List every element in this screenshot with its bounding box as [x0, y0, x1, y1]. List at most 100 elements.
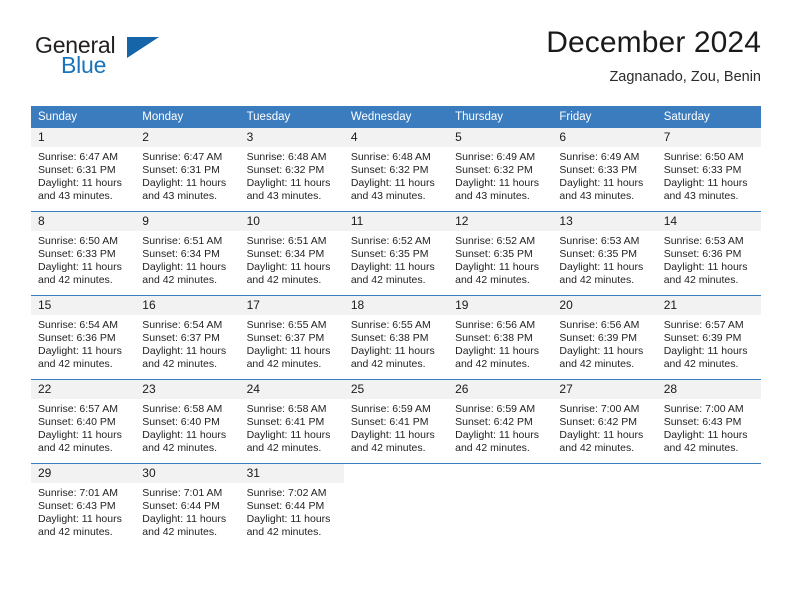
day-number: 3 — [239, 128, 344, 147]
calendar-day-cell[interactable]: 1 Sunrise: 6:47 AM Sunset: 6:31 PM Daylight… — [31, 128, 136, 212]
calendar-day-cell[interactable]: 5 Sunrise: 6:49 AM Sunset: 6:32 PM Daylight… — [448, 128, 553, 212]
sunrise-text: Sunrise: 6:51 AM — [142, 235, 223, 247]
sunrise-text: Sunrise: 6:52 AM — [455, 235, 536, 247]
sunrise-text: Sunrise: 6:56 AM — [455, 319, 536, 331]
sunset-text: Sunset: 6:42 PM — [455, 416, 533, 429]
sunset-text: Sunset: 6:31 PM — [38, 164, 116, 177]
calendar-day-cell[interactable]: 26 Sunrise: 6:59 AM Sunset: 6:42 PM Dayligh… — [448, 379, 553, 464]
sunrise-text: Sunrise: 6:56 AM — [559, 319, 640, 331]
day-number: 1 — [31, 128, 136, 147]
page-header: General Blue December 2024 Zagnanado, Zo… — [31, 26, 761, 98]
calendar-day-cell[interactable]: 22 Sunrise: 6:57 AM Sunset: 6:40 PM Dayligh… — [31, 379, 136, 464]
calendar-day-cell[interactable]: 7 Sunrise: 6:50 AM Sunset: 6:33 PM Daylight… — [656, 128, 761, 212]
day-details — [552, 483, 656, 487]
sunrise-text: Sunrise: 6:58 AM — [142, 403, 223, 415]
calendar-day-cell[interactable]: 31 Sunrise: 7:02 AM Sunset: 6:44 PM Dayligh… — [239, 463, 344, 547]
day-details: Sunrise: 6:57 AM Sunset: 6:39 PM Daylight:… — [657, 315, 761, 371]
calendar-day-cell[interactable]: 2 Sunrise: 6:47 AM Sunset: 6:31 PM Daylight… — [135, 128, 240, 212]
weekday-header-thursday: Thursday — [448, 106, 553, 128]
calendar-day-cell[interactable]: 30 Sunrise: 7:01 AM Sunset: 6:44 PM Dayligh… — [135, 463, 240, 547]
calendar-day-cell[interactable]: 28 Sunrise: 7:00 AM Sunset: 6:43 PM Dayligh… — [656, 379, 761, 464]
day-number: 9 — [135, 212, 240, 231]
daylight-text: Daylight: 11 hours and 42 minutes. — [246, 345, 331, 371]
sunset-text: Sunset: 6:39 PM — [663, 332, 742, 345]
calendar-day-cell[interactable]: 15 Sunrise: 6:54 AM Sunset: 6:36 PM Dayligh… — [31, 295, 136, 380]
calendar-day-cell[interactable]: 20 Sunrise: 6:56 AM Sunset: 6:39 PM Dayligh… — [552, 295, 657, 380]
daylight-text: Daylight: 11 hours and 43 minutes. — [663, 177, 748, 203]
calendar-day-cell[interactable]: 23 Sunrise: 6:58 AM Sunset: 6:40 PM Dayligh… — [135, 379, 240, 464]
day-number: 5 — [448, 128, 553, 147]
sunrise-text: Sunrise: 6:55 AM — [350, 319, 431, 331]
daylight-text: Daylight: 11 hours and 42 minutes. — [246, 261, 331, 287]
day-number: 10 — [239, 212, 344, 231]
sunset-text: Sunset: 6:44 PM — [142, 500, 220, 513]
calendar-day-cell[interactable]: 9 Sunrise: 6:51 AM Sunset: 6:34 PM Daylight… — [135, 211, 240, 296]
daylight-text: Daylight: 11 hours and 42 minutes. — [663, 429, 748, 455]
day-details: Sunrise: 6:52 AM Sunset: 6:35 PM Daylight:… — [448, 231, 552, 287]
daylight-text: Daylight: 11 hours and 43 minutes. — [38, 177, 122, 203]
day-details: Sunrise: 6:50 AM Sunset: 6:33 PM Daylight:… — [31, 231, 135, 287]
calendar-day-cell[interactable]: 4 Sunrise: 6:48 AM Sunset: 6:32 PM Daylight… — [343, 128, 449, 212]
sunset-text: Sunset: 6:36 PM — [663, 248, 742, 261]
day-number: 6 — [552, 128, 657, 147]
day-details: Sunrise: 6:51 AM Sunset: 6:34 PM Daylight:… — [240, 231, 344, 287]
day-details: Sunrise: 6:58 AM Sunset: 6:41 PM Daylight:… — [240, 399, 344, 455]
calendar-day-cell[interactable]: 6 Sunrise: 6:49 AM Sunset: 6:33 PM Daylight… — [552, 128, 657, 212]
day-details: Sunrise: 6:54 AM Sunset: 6:37 PM Daylight:… — [135, 315, 239, 371]
calendar-day-cell[interactable]: 19 Sunrise: 6:56 AM Sunset: 6:38 PM Dayligh… — [448, 295, 553, 380]
weekday-header-tuesday: Tuesday — [239, 106, 344, 128]
daylight-text: Daylight: 11 hours and 42 minutes. — [38, 429, 122, 455]
sunset-text: Sunset: 6:38 PM — [350, 332, 429, 345]
daylight-text: Daylight: 11 hours and 43 minutes. — [350, 177, 435, 203]
day-details: Sunrise: 6:47 AM Sunset: 6:31 PM Daylight:… — [135, 147, 239, 203]
daylight-text: Daylight: 11 hours and 42 minutes. — [663, 261, 748, 287]
sunrise-text: Sunrise: 6:57 AM — [38, 403, 118, 415]
calendar-day-cell[interactable]: 18 Sunrise: 6:55 AM Sunset: 6:38 PM Dayligh… — [343, 295, 449, 380]
day-number: 18 — [343, 296, 449, 315]
calendar-day-cell-empty — [448, 463, 553, 547]
day-number: 11 — [343, 212, 449, 231]
sunrise-text: Sunrise: 7:01 AM — [38, 487, 118, 499]
calendar-day-cell[interactable]: 16 Sunrise: 6:54 AM Sunset: 6:37 PM Dayligh… — [135, 295, 240, 380]
calendar-day-cell[interactable]: 25 Sunrise: 6:59 AM Sunset: 6:41 PM Dayligh… — [343, 379, 449, 464]
day-number: 8 — [31, 212, 136, 231]
calendar-day-cell[interactable]: 12 Sunrise: 6:52 AM Sunset: 6:35 PM Dayligh… — [448, 211, 553, 296]
sunset-text: Sunset: 6:43 PM — [38, 500, 116, 513]
calendar-day-cell[interactable]: 10 Sunrise: 6:51 AM Sunset: 6:34 PM Dayligh… — [239, 211, 344, 296]
day-details: Sunrise: 6:47 AM Sunset: 6:31 PM Daylight:… — [31, 147, 135, 203]
calendar-day-cell[interactable]: 21 Sunrise: 6:57 AM Sunset: 6:39 PM Dayligh… — [656, 295, 761, 380]
calendar-day-cell[interactable]: 11 Sunrise: 6:52 AM Sunset: 6:35 PM Dayligh… — [343, 211, 449, 296]
calendar-day-cell[interactable]: 3 Sunrise: 6:48 AM Sunset: 6:32 PM Daylight… — [239, 128, 344, 212]
sunset-text: Sunset: 6:33 PM — [663, 164, 742, 177]
calendar-day-cell[interactable]: 17 Sunrise: 6:55 AM Sunset: 6:37 PM Dayligh… — [239, 295, 344, 380]
calendar-day-cell[interactable]: 14 Sunrise: 6:53 AM Sunset: 6:36 PM Dayligh… — [656, 211, 761, 296]
daylight-text: Daylight: 11 hours and 43 minutes. — [142, 177, 227, 203]
day-details: Sunrise: 6:59 AM Sunset: 6:42 PM Daylight:… — [448, 399, 552, 455]
sunset-text: Sunset: 6:44 PM — [246, 500, 325, 513]
day-details: Sunrise: 6:53 AM Sunset: 6:35 PM Daylight:… — [552, 231, 656, 287]
day-details: Sunrise: 6:48 AM Sunset: 6:32 PM Daylight:… — [344, 147, 448, 203]
calendar-day-cell[interactable]: 13 Sunrise: 6:53 AM Sunset: 6:35 PM Dayligh… — [552, 211, 657, 296]
sunrise-text: Sunrise: 6:58 AM — [246, 403, 327, 415]
sunset-text: Sunset: 6:35 PM — [559, 248, 638, 261]
day-details: Sunrise: 6:56 AM Sunset: 6:39 PM Daylight:… — [552, 315, 656, 371]
sunset-text: Sunset: 6:35 PM — [455, 248, 533, 261]
sunset-text: Sunset: 6:34 PM — [246, 248, 325, 261]
calendar-day-cell[interactable]: 29 Sunrise: 7:01 AM Sunset: 6:43 PM Dayligh… — [31, 463, 136, 547]
sunrise-text: Sunrise: 6:47 AM — [38, 151, 118, 163]
daylight-text: Daylight: 11 hours and 42 minutes. — [559, 429, 644, 455]
sunset-text: Sunset: 6:31 PM — [142, 164, 220, 177]
daylight-text: Daylight: 11 hours and 42 minutes. — [350, 261, 435, 287]
general-blue-logo[interactable]: General Blue — [31, 32, 261, 88]
page-subtitle: Zagnanado, Zou, Benin — [609, 69, 761, 85]
day-number: 4 — [343, 128, 449, 147]
daylight-text: Daylight: 11 hours and 42 minutes. — [142, 513, 227, 539]
sunset-text: Sunset: 6:34 PM — [142, 248, 220, 261]
calendar-day-cell[interactable]: 27 Sunrise: 7:00 AM Sunset: 6:42 PM Dayligh… — [552, 379, 657, 464]
calendar-day-cell[interactable]: 8 Sunrise: 6:50 AM Sunset: 6:33 PM Daylight… — [31, 211, 136, 296]
day-details: Sunrise: 6:48 AM Sunset: 6:32 PM Daylight:… — [240, 147, 344, 203]
day-number: 28 — [656, 380, 761, 399]
calendar-body: 1 Sunrise: 6:47 AM Sunset: 6:31 PM Daylight… — [31, 128, 761, 547]
daylight-text: Daylight: 11 hours and 42 minutes. — [663, 345, 748, 371]
calendar-day-cell[interactable]: 24 Sunrise: 6:58 AM Sunset: 6:41 PM Dayligh… — [239, 379, 344, 464]
